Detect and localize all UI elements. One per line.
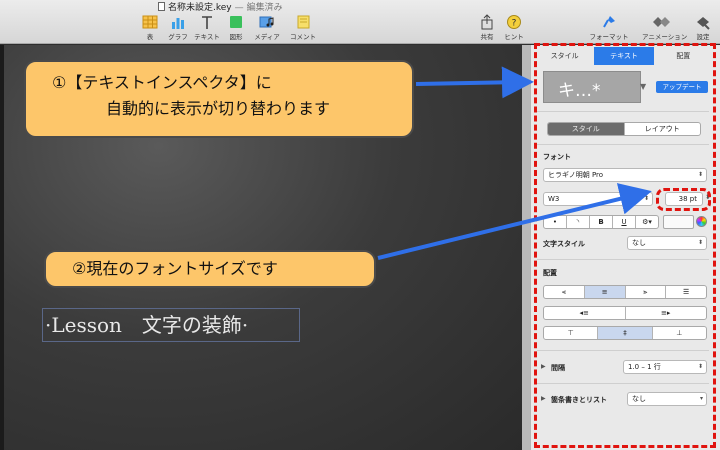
arrow-to-font-size bbox=[377, 183, 652, 260]
annotation-arrows bbox=[377, 66, 652, 260]
arrow-to-inspector bbox=[415, 66, 534, 99]
